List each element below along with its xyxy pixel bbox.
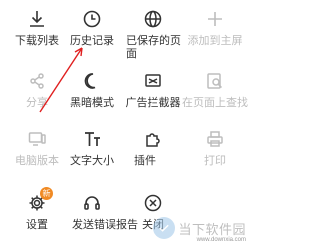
watermark: 当下软件园 <box>153 217 246 239</box>
watermark-logo-icon <box>153 217 176 239</box>
plugin-icon <box>118 128 188 150</box>
saved-page-globe-icon <box>118 8 188 30</box>
plugins-label: 插件 <box>134 155 156 167</box>
history-clock-icon <box>57 8 127 30</box>
add-to-home-icon <box>180 8 250 30</box>
moon-icon <box>57 70 127 92</box>
history-label: 历史记录 <box>70 35 114 47</box>
text-size-icon <box>57 128 127 150</box>
new-badge: 新 <box>40 187 53 200</box>
close-circle-icon <box>118 192 188 214</box>
find-in-page-label: 在页面上查找 <box>182 97 248 109</box>
settings-label: 设置 <box>26 219 48 231</box>
ad-blocker-label: 广告拦截器 <box>125 97 181 109</box>
saved-pages-label: 已保存的页面 <box>126 35 181 60</box>
find-in-page-icon <box>180 70 250 92</box>
watermark-text: 当下软件园 <box>178 221 246 237</box>
ad-blocker-icon <box>118 70 188 92</box>
browser-menu: 下载列表 历史记录 已保存的页面 添加到主屏 分享 黑暗模式 广告拦截器 在页面… <box>0 0 250 243</box>
add-to-home-label: 添加到主屏 <box>187 35 243 47</box>
print-label: 打印 <box>204 155 226 167</box>
watermark-url: www.downxia.com <box>196 237 246 243</box>
dark-mode-label: 黑暗模式 <box>70 97 114 109</box>
headset-icon <box>57 192 127 214</box>
print-icon <box>180 128 250 150</box>
